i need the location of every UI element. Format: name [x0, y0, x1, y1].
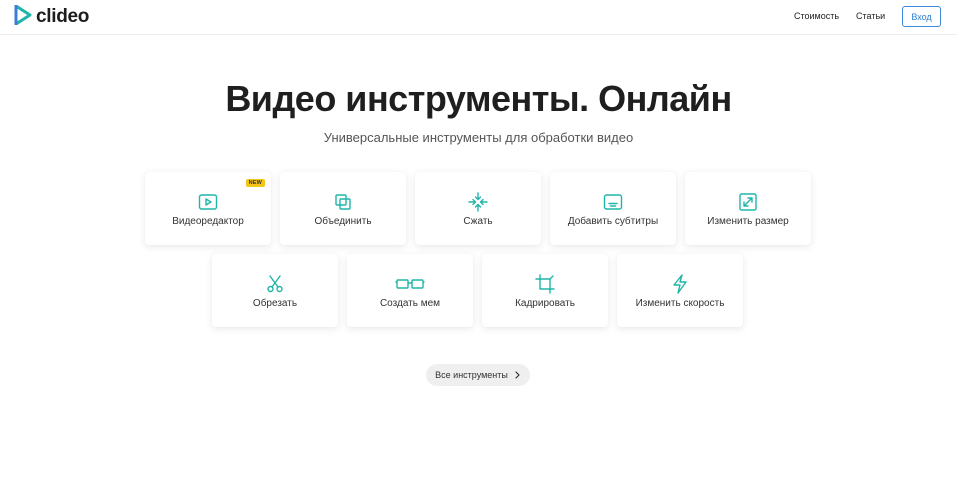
- resize-icon: [738, 192, 758, 212]
- tool-card-merge[interactable]: Объединить: [280, 172, 406, 245]
- merge-icon: [333, 192, 353, 212]
- tool-card-cut[interactable]: Обрезать: [212, 254, 338, 327]
- crop-icon: [535, 274, 555, 294]
- tool-card-video-editor[interactable]: NEW Видеоредактор: [145, 172, 271, 245]
- tool-label: Сжать: [463, 216, 493, 227]
- page-subtitle: Универсальные инструменты для обработки …: [323, 130, 634, 145]
- subtitles-icon: [603, 192, 623, 212]
- chevron-right-icon: [514, 371, 521, 379]
- tool-label: Кадрировать: [515, 298, 575, 309]
- all-tools-label: Все инструменты: [435, 370, 508, 380]
- tool-label: Изменить скорость: [635, 298, 725, 309]
- all-tools-button[interactable]: Все инструменты: [426, 364, 530, 386]
- tool-card-meme[interactable]: Создать мем: [347, 254, 473, 327]
- tool-label: Изменить размер: [707, 216, 789, 227]
- tool-label: Добавить субтитры: [567, 216, 659, 227]
- tool-card-compress[interactable]: Сжать: [415, 172, 541, 245]
- scissors-icon: [265, 274, 285, 294]
- tool-card-speed[interactable]: Изменить скорость: [617, 254, 743, 327]
- new-badge: NEW: [245, 179, 265, 187]
- tool-label: Обрезать: [252, 298, 298, 309]
- tool-label: Объединить: [314, 216, 372, 227]
- nav-articles-link[interactable]: Статьи: [856, 11, 885, 21]
- glasses-icon: [395, 274, 425, 294]
- tool-card-subtitles[interactable]: Добавить субтитры: [550, 172, 676, 245]
- lightning-icon: [670, 274, 690, 294]
- nav-pricing-link[interactable]: Стоимость: [794, 11, 839, 21]
- clideo-logo-icon: [14, 4, 32, 30]
- play-icon: [198, 192, 218, 212]
- logo-text: clideo: [36, 6, 90, 27]
- page-title: Видео инструменты. Онлайн: [225, 78, 732, 119]
- compress-icon: [468, 192, 488, 212]
- login-button[interactable]: Вход: [902, 6, 941, 27]
- tool-label: Создать мем: [379, 298, 441, 309]
- header: clideo Стоимость Статьи Вход: [0, 0, 957, 35]
- logo[interactable]: clideo: [14, 4, 90, 30]
- tool-label: Видеоредактор: [172, 216, 244, 227]
- tool-card-crop[interactable]: Кадрировать: [482, 254, 608, 327]
- tool-card-resize[interactable]: Изменить размер: [685, 172, 811, 245]
